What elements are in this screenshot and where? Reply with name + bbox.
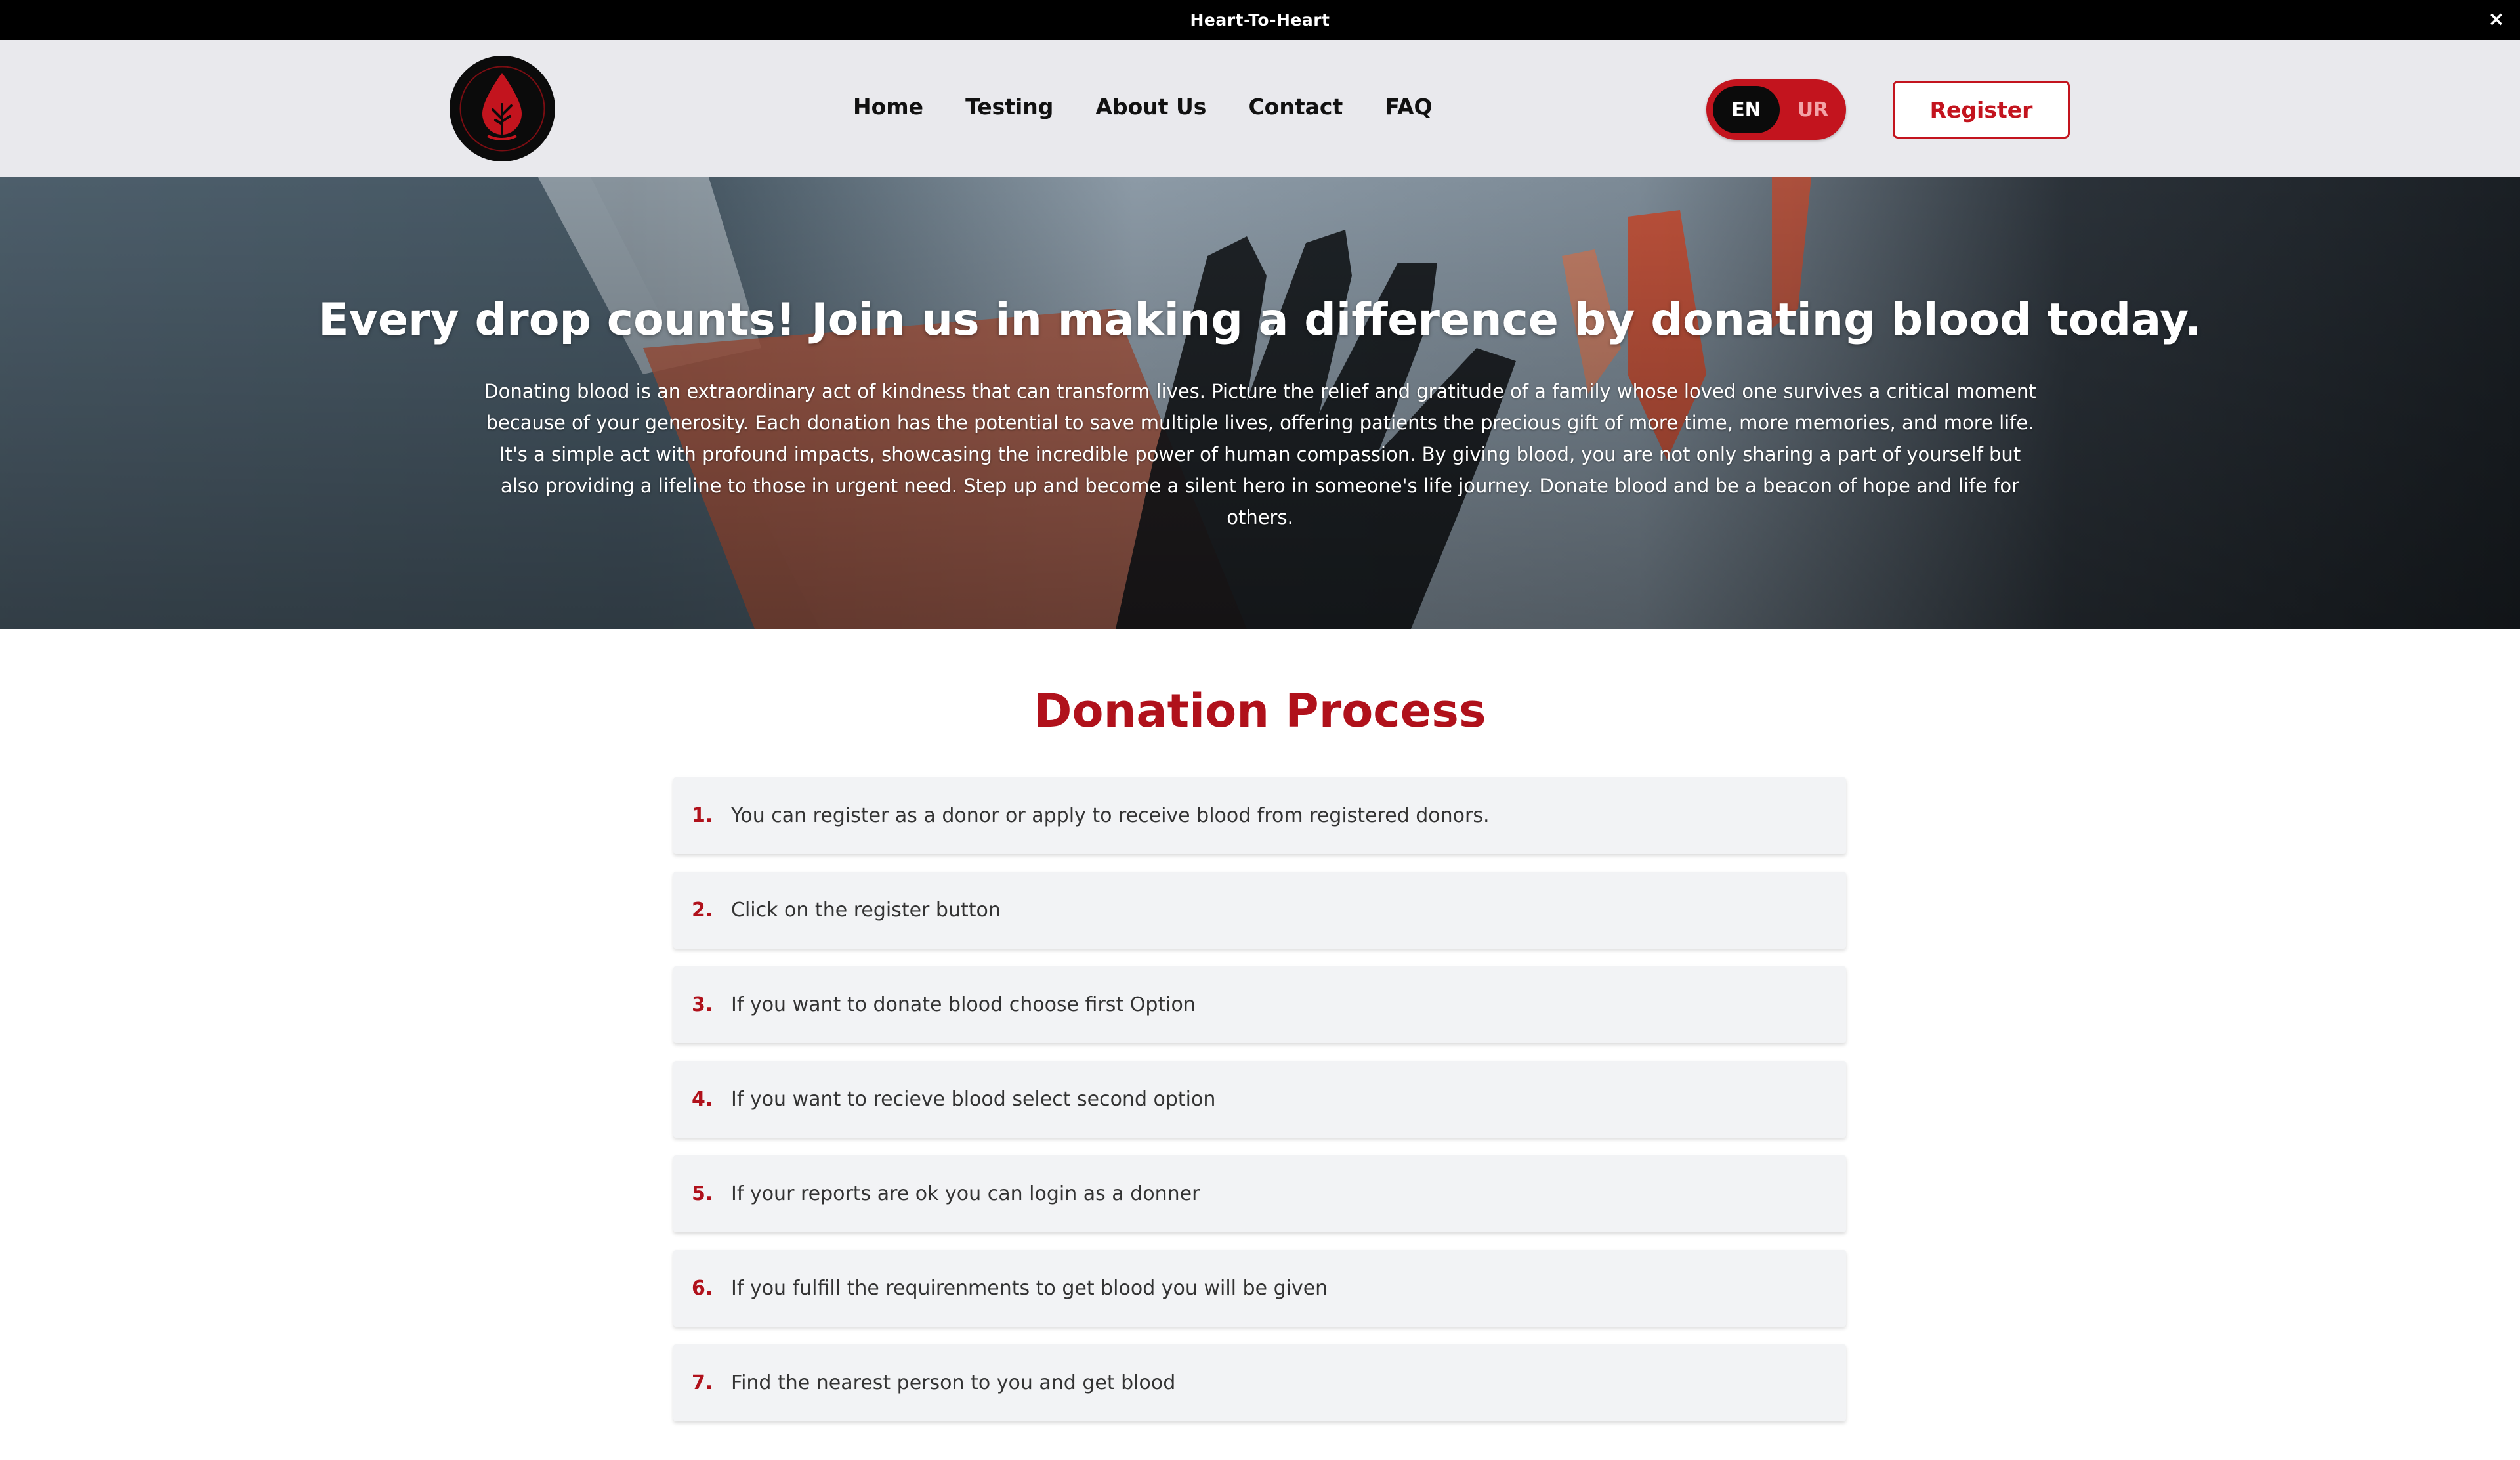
list-item: 5. If your reports are ok you can login … [673, 1155, 1846, 1232]
step-text: You can register as a donor or apply to … [731, 804, 1490, 827]
blood-drop-tree-logo-icon [451, 57, 554, 160]
step-number: 4. [692, 1088, 713, 1111]
donation-process-title: Donation Process [1034, 684, 1486, 738]
register-button[interactable]: Register [1893, 81, 2070, 139]
nav-testing[interactable]: Testing [965, 93, 1053, 121]
step-text: Click on the register button [731, 899, 1001, 922]
step-number: 5. [692, 1182, 713, 1205]
list-item: 2. Click on the register button [673, 872, 1846, 949]
list-item: 1. You can register as a donor or apply … [673, 777, 1846, 854]
hero-banner: Every drop counts! Join us in making a d… [0, 177, 2520, 629]
close-icon[interactable]: × [2485, 8, 2508, 32]
step-text: If your reports are ok you can login as … [731, 1182, 1200, 1205]
step-text: If you want to donate blood choose first… [731, 993, 1196, 1016]
language-toggle[interactable]: EN UR [1706, 79, 1846, 140]
hero-title: Every drop counts! Join us in making a d… [318, 294, 2202, 346]
nav-home[interactable]: Home [853, 93, 923, 121]
site-header: Home Testing About Us Contact FAQ EN UR … [0, 40, 2520, 177]
step-number: 7. [692, 1371, 713, 1394]
step-number: 6. [692, 1277, 713, 1300]
site-name: Heart-To-Heart [1190, 11, 1330, 30]
step-number: 1. [692, 804, 713, 827]
step-text: Find the nearest person to you and get b… [731, 1371, 1176, 1394]
step-number: 2. [692, 899, 713, 922]
donation-steps-list: 1. You can register as a donor or apply … [673, 777, 1846, 1439]
nav-contact[interactable]: Contact [1248, 93, 1343, 121]
lang-en-option[interactable]: EN [1713, 86, 1780, 133]
list-item: 7. Find the nearest person to you and ge… [673, 1344, 1846, 1421]
step-number: 3. [692, 993, 713, 1016]
list-item: 6. If you fulfill the requirenments to g… [673, 1250, 1846, 1327]
logo[interactable] [450, 56, 555, 161]
step-text: If you want to recieve blood select seco… [731, 1088, 1216, 1111]
hero-description: Donating blood is an extraordinary act o… [484, 380, 2036, 528]
main-nav: Home Testing About Us Contact FAQ [853, 93, 1433, 121]
lang-ur-option[interactable]: UR [1785, 86, 1841, 133]
announcement-bar: Heart-To-Heart × [0, 0, 2520, 40]
list-item: 4. If you want to recieve blood select s… [673, 1061, 1846, 1138]
step-text: If you fulfill the requirenments to get … [731, 1277, 1328, 1300]
list-item: 3. If you want to donate blood choose fi… [673, 966, 1846, 1043]
nav-faq[interactable]: FAQ [1385, 93, 1432, 121]
nav-about-us[interactable]: About Us [1095, 93, 1206, 121]
